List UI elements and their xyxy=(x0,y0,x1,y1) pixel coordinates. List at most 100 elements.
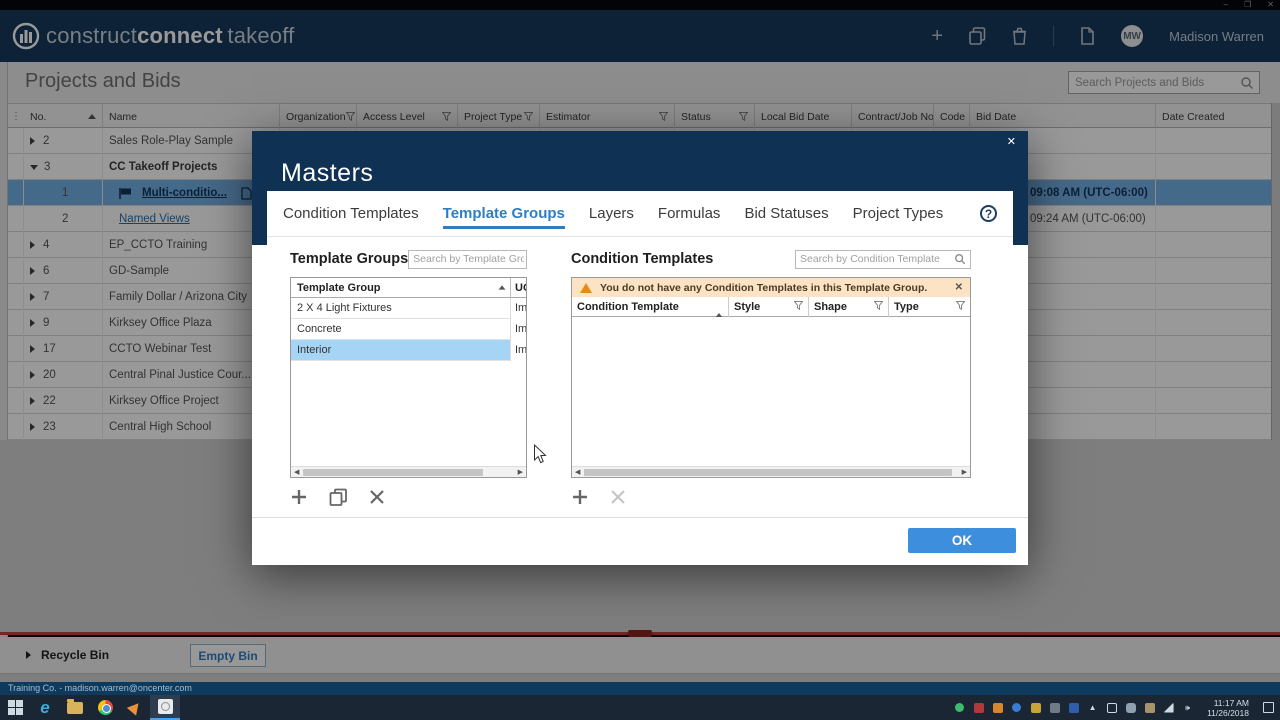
template-group-name: Interior xyxy=(297,344,332,356)
template-group-row[interactable]: Concrete Im xyxy=(291,318,526,340)
column-header-shape[interactable]: Shape xyxy=(809,296,889,317)
masters-tabs: Condition Templates Template Groups Layers… xyxy=(267,191,1013,237)
template-groups-hscrollbar[interactable]: ◀ ▶ xyxy=(291,466,526,477)
scroll-right-icon[interactable]: ▶ xyxy=(962,469,967,477)
chrome-icon xyxy=(97,700,113,715)
mouse-cursor xyxy=(534,444,547,464)
filter-icon[interactable] xyxy=(955,300,966,313)
condition-templates-panel: Condition Templates You do not have any … xyxy=(571,247,971,506)
scroll-left-icon[interactable]: ◀ xyxy=(294,469,299,477)
taskbar-clock[interactable]: 11:17 AM 11/26/2018 xyxy=(1207,698,1249,718)
condition-templates-title: Condition Templates xyxy=(571,251,714,267)
filter-icon[interactable] xyxy=(793,300,804,313)
folder-icon xyxy=(67,698,83,714)
template-groups-toolbar xyxy=(290,488,527,506)
start-button[interactable] xyxy=(0,695,30,720)
tray-word-icon[interactable] xyxy=(1068,702,1079,713)
scroll-thumb[interactable] xyxy=(303,469,483,476)
network-icon[interactable] xyxy=(1163,702,1174,713)
taskbar-oncenter[interactable] xyxy=(120,695,150,720)
taskbar-edge[interactable]: e xyxy=(30,695,60,720)
tab-bid-statuses[interactable]: Bid Statuses xyxy=(744,199,828,229)
condition-templates-grid: You do not have any Condition Templates … xyxy=(571,277,971,478)
template-group-uom: Im xyxy=(510,339,526,361)
taskbar-chrome[interactable] xyxy=(90,695,120,720)
column-header-style[interactable]: Style xyxy=(729,296,809,317)
warning-close-icon[interactable]: ✕ xyxy=(955,282,963,293)
template-group-uom: Im xyxy=(510,318,526,340)
template-group-search-box xyxy=(408,249,527,269)
scroll-left-icon[interactable]: ◀ xyxy=(575,469,580,477)
condition-templates-hscrollbar[interactable]: ◀ ▶ xyxy=(572,466,970,477)
template-groups-panel: Template Groups Template Group UO 2 X 4 … xyxy=(290,247,527,506)
taskbar-explorer[interactable] xyxy=(60,695,90,720)
delete-condition-template-icon-disabled xyxy=(611,490,625,504)
delete-template-group-icon[interactable] xyxy=(369,489,385,505)
tab-template-groups[interactable]: Template Groups xyxy=(442,199,565,229)
masters-content-card: Condition Templates Template Groups Layers… xyxy=(267,191,1013,518)
tray-folder-icon[interactable] xyxy=(1144,702,1155,713)
template-group-row[interactable]: 2 X 4 Light Fixtures Im xyxy=(291,297,526,319)
column-header-condition-template[interactable]: Condition Template xyxy=(572,296,729,317)
add-condition-template-icon[interactable] xyxy=(571,488,589,506)
tray-blue-icon[interactable] xyxy=(1011,702,1022,713)
ok-button[interactable]: OK xyxy=(908,528,1016,553)
screen: – ❐ ✕ constructconnect takeoff + MW Madi… xyxy=(0,0,1280,720)
tray-window-icon[interactable] xyxy=(1106,702,1117,713)
oncenter-icon xyxy=(126,699,144,716)
column-label: Shape xyxy=(814,300,848,313)
tray-orange-icon[interactable] xyxy=(992,702,1003,713)
taskbar-takeoff-active[interactable] xyxy=(150,695,180,720)
tray-chat-icon[interactable] xyxy=(1125,702,1136,713)
tab-project-types[interactable]: Project Types xyxy=(853,199,944,229)
tray-overflow-icon[interactable]: ▲ xyxy=(1087,702,1098,713)
clock-time: 11:17 AM xyxy=(1213,697,1249,708)
condition-template-search-input[interactable] xyxy=(796,253,954,265)
condition-template-search-box xyxy=(795,249,971,269)
template-group-uom: Im xyxy=(510,297,526,319)
template-groups-grid-header: Template Group UO xyxy=(291,278,526,298)
tray-gray-icon[interactable] xyxy=(1049,702,1060,713)
modal-footer-divider xyxy=(252,517,1028,518)
duplicate-template-group-icon[interactable] xyxy=(329,488,348,506)
speaker-icon[interactable]: 🕪 xyxy=(1182,702,1193,713)
template-group-name: Concrete xyxy=(297,323,342,335)
tray-red-icon[interactable] xyxy=(973,702,984,713)
tab-layers[interactable]: Layers xyxy=(589,199,634,229)
tray-green-icon[interactable] xyxy=(954,702,965,713)
warning-text: You do not have any Condition Templates … xyxy=(600,281,928,294)
template-groups-grid: Template Group UO 2 X 4 Light Fixtures Im… xyxy=(290,277,527,478)
sort-asc-icon xyxy=(498,285,506,290)
clock-date: 11/26/2018 xyxy=(1207,707,1249,718)
edge-icon: e xyxy=(40,697,50,717)
windows-icon xyxy=(7,700,23,715)
template-group-search-input[interactable] xyxy=(409,253,526,265)
column-header-type[interactable]: Type xyxy=(889,297,970,317)
template-group-row[interactable]: Interior Im xyxy=(291,339,526,361)
template-groups-rows: 2 X 4 Light FixturesImConcreteImInterior… xyxy=(291,297,526,361)
condition-templates-toolbar xyxy=(571,488,971,506)
action-center-icon[interactable] xyxy=(1263,702,1274,713)
masters-close-icon[interactable]: ✕ xyxy=(1007,135,1016,148)
column-label: Type xyxy=(894,300,919,313)
scroll-right-icon[interactable]: ▶ xyxy=(518,469,523,477)
masters-dialog-title: Masters xyxy=(281,159,374,187)
column-label: Condition Template xyxy=(577,300,679,313)
sort-asc-icon xyxy=(715,300,723,317)
filter-icon[interactable] xyxy=(873,300,884,313)
add-template-group-icon[interactable] xyxy=(290,488,308,506)
uom-column-header[interactable]: UO xyxy=(510,278,526,298)
condition-templates-grid-header: Condition Template Style Shape Type xyxy=(572,296,970,317)
tab-condition-templates[interactable]: Condition Templates xyxy=(283,199,419,229)
system-tray: ▲ 🕪 11:17 AM 11/26/2018 xyxy=(954,698,1274,718)
tray-gold-icon[interactable] xyxy=(1030,702,1041,713)
template-group-column-header[interactable]: Template Group xyxy=(297,282,381,294)
status-bar: Training Co. - madison.warren@oncenter.c… xyxy=(0,682,1280,695)
help-icon[interactable]: ? xyxy=(980,205,997,222)
warning-icon xyxy=(580,282,592,293)
template-group-name: 2 X 4 Light Fixtures xyxy=(297,302,392,314)
status-text: Training Co. - madison.warren@oncenter.c… xyxy=(8,683,192,693)
column-label: Style xyxy=(734,300,761,313)
scroll-thumb[interactable] xyxy=(584,469,952,476)
tab-formulas[interactable]: Formulas xyxy=(658,199,721,229)
